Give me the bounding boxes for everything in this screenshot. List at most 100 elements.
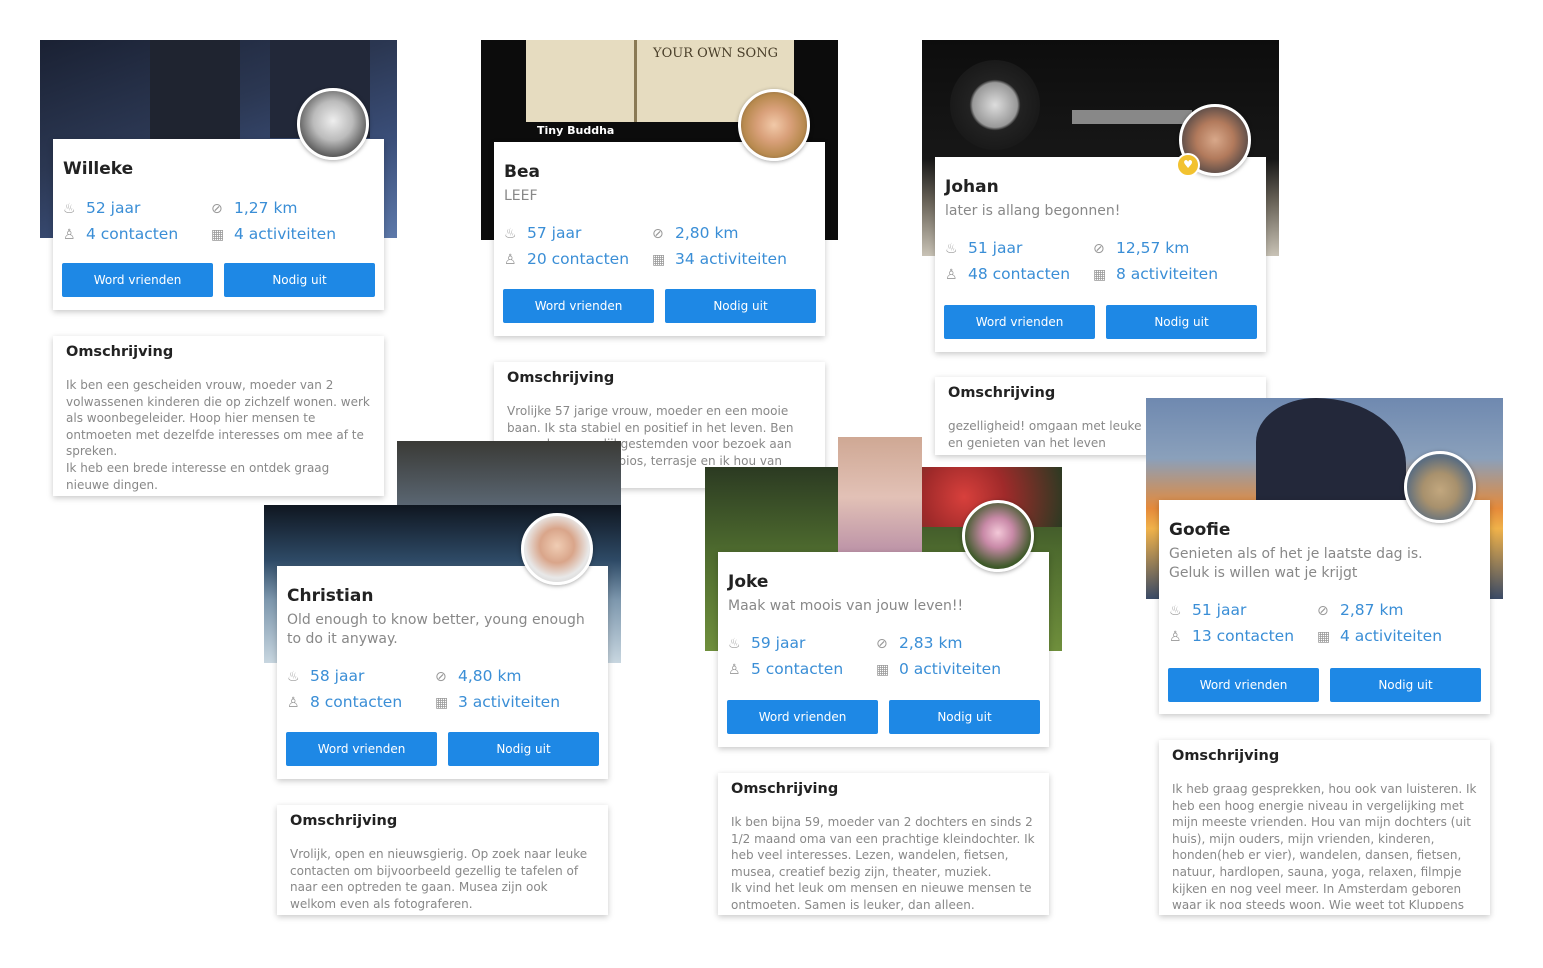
description-card-willeke: Omschrijving Ik ben een gescheiden vrouw… xyxy=(53,336,384,496)
avatar-joke[interactable] xyxy=(962,500,1034,572)
calendar-star-icon: ▦ xyxy=(435,695,449,711)
people-icon: ♙ xyxy=(287,695,300,711)
age-stat: ♨ 57 jaar xyxy=(504,224,582,242)
description-text: Vrolijk, open en nieuwsgierig. Op zoek n… xyxy=(290,847,588,911)
cover-photo-christian-top xyxy=(397,441,621,505)
profile-card-goofie: Goofie Genieten als of het je laatste da… xyxy=(1159,500,1490,714)
activities-stat[interactable]: ▦ 8 activiteiten xyxy=(1093,265,1218,283)
heart-badge-icon: ♥ xyxy=(1176,153,1200,177)
distance-stat: ⊘ 2,83 km xyxy=(876,634,963,652)
age-stat: ♨ 51 jaar xyxy=(945,239,1023,257)
profile-name[interactable]: Johan xyxy=(945,177,999,197)
people-icon: ♙ xyxy=(1169,629,1182,645)
description-text: Ik ben een gescheiden vrouw, moeder van … xyxy=(66,378,370,492)
distance-stat: ⊘ 12,57 km xyxy=(1093,239,1190,257)
contacts-stat[interactable]: ♙ 4 contacten xyxy=(63,225,178,243)
birthday-cake-icon: ♨ xyxy=(945,241,958,257)
avatar-goofie[interactable] xyxy=(1404,451,1476,523)
description-heading: Omschrijving xyxy=(1172,748,1280,764)
description-card-christian: Omschrijving Vrolijk, open en nieuwsgier… xyxy=(277,805,608,915)
description-heading: Omschrijving xyxy=(731,781,839,797)
activities-stat[interactable]: ▦ 3 activiteiten xyxy=(435,693,560,711)
activities-stat[interactable]: ▦ 4 activiteiten xyxy=(211,225,336,243)
calendar-star-icon: ▦ xyxy=(211,227,225,243)
calendar-star-icon: ▦ xyxy=(876,662,890,678)
birthday-cake-icon: ♨ xyxy=(63,201,76,217)
befriend-button[interactable]: Word vrienden xyxy=(503,289,654,323)
profile-name[interactable]: Joke xyxy=(728,572,768,592)
cover-credit: Tiny Buddha xyxy=(537,124,615,137)
compass-icon: ⊘ xyxy=(1093,241,1105,257)
invite-button[interactable]: Nodig uit xyxy=(448,732,599,766)
age-stat: ♨ 59 jaar xyxy=(728,634,806,652)
birthday-cake-icon: ♨ xyxy=(287,669,300,685)
compass-icon: ⊘ xyxy=(876,636,888,652)
compass-icon: ⊘ xyxy=(1317,603,1329,619)
contacts-stat[interactable]: ♙ 48 contacten xyxy=(945,265,1070,283)
befriend-button[interactable]: Word vrienden xyxy=(1168,668,1319,702)
compass-icon: ⊘ xyxy=(652,226,664,242)
invite-button[interactable]: Nodig uit xyxy=(224,263,375,297)
profile-name[interactable]: Goofie xyxy=(1169,520,1230,540)
calendar-star-icon: ▦ xyxy=(652,252,666,268)
befriend-button[interactable]: Word vrienden xyxy=(727,700,878,734)
invite-button[interactable]: Nodig uit xyxy=(1106,305,1257,339)
befriend-button[interactable]: Word vrienden xyxy=(944,305,1095,339)
age-stat: ♨ 52 jaar xyxy=(63,199,141,217)
distance-stat: ⊘ 4,80 km xyxy=(435,667,522,685)
distance-stat: ⊘ 2,80 km xyxy=(652,224,739,242)
cover-photo-joke-top xyxy=(838,437,922,557)
befriend-button[interactable]: Word vrienden xyxy=(62,263,213,297)
avatar-willeke[interactable] xyxy=(297,88,369,160)
calendar-star-icon: ▦ xyxy=(1317,629,1331,645)
description-text: Ik ben bijna 59, moeder van 2 dochters e… xyxy=(731,815,1035,912)
age-stat: ♨ 51 jaar xyxy=(1169,601,1247,619)
profile-name[interactable]: Christian xyxy=(287,586,373,606)
description-card-joke: Omschrijving Ik ben bijna 59, moeder van… xyxy=(718,773,1049,915)
profile-motto: Genieten als of het je laatste dag is. G… xyxy=(1169,546,1423,581)
invite-button[interactable]: Nodig uit xyxy=(889,700,1040,734)
avatar-christian[interactable] xyxy=(521,513,593,585)
profile-card-joke: Joke Maak wat moois van jouw leven!! ♨ 59… xyxy=(718,552,1049,747)
people-icon: ♙ xyxy=(63,227,76,243)
profile-name[interactable]: Willeke xyxy=(63,159,133,179)
distance-stat: ⊘ 2,87 km xyxy=(1317,601,1404,619)
description-heading: Omschrijving xyxy=(290,813,398,829)
activities-stat[interactable]: ▦ 0 activiteiten xyxy=(876,660,1001,678)
description-heading: Omschrijving xyxy=(507,370,615,386)
birthday-cake-icon: ♨ xyxy=(504,226,517,242)
description-card-goofie: Omschrijving Ik heb graag gesprekken, ho… xyxy=(1159,740,1490,915)
age-stat: ♨ 58 jaar xyxy=(287,667,365,685)
befriend-button[interactable]: Word vrienden xyxy=(286,732,437,766)
activities-stat[interactable]: ▦ 34 activiteiten xyxy=(652,250,787,268)
profile-card-bea: Bea LEEF ♨ 57 jaar ⊘ 2,80 km ♙ 20 contacten… xyxy=(494,142,825,336)
birthday-cake-icon: ♨ xyxy=(1169,603,1182,619)
invite-button[interactable]: Nodig uit xyxy=(665,289,816,323)
contacts-stat[interactable]: ♙ 20 contacten xyxy=(504,250,629,268)
contacts-stat[interactable]: ♙ 5 contacten xyxy=(728,660,843,678)
cover-caption: YOUR OWN SONG xyxy=(653,46,778,61)
description-heading: Omschrijving xyxy=(66,344,174,360)
contacts-stat[interactable]: ♙ 13 contacten xyxy=(1169,627,1294,645)
profile-motto: Old enough to know better, young enough … xyxy=(287,612,585,647)
activities-stat[interactable]: ▦ 4 activiteiten xyxy=(1317,627,1442,645)
people-icon: ♙ xyxy=(504,252,517,268)
description-text: Ik heb graag gesprekken, hou ook van lui… xyxy=(1172,782,1477,909)
compass-icon: ⊘ xyxy=(211,201,223,217)
people-icon: ♙ xyxy=(945,267,958,283)
profile-motto: later is allang begonnen! xyxy=(945,203,1121,219)
distance-stat: ⊘ 1,27 km xyxy=(211,199,298,217)
profile-name[interactable]: Bea xyxy=(504,162,540,182)
invite-button[interactable]: Nodig uit xyxy=(1330,668,1481,702)
profile-motto: LEEF xyxy=(504,188,538,204)
description-heading: Omschrijving xyxy=(948,385,1056,401)
profile-card-christian: Christian Old enough to know better, you… xyxy=(277,566,608,779)
avatar-bea[interactable] xyxy=(738,89,810,161)
calendar-star-icon: ▦ xyxy=(1093,267,1107,283)
profile-motto: Maak wat moois van jouw leven!! xyxy=(728,598,964,614)
people-icon: ♙ xyxy=(728,662,741,678)
birthday-cake-icon: ♨ xyxy=(728,636,741,652)
compass-icon: ⊘ xyxy=(435,669,447,685)
profile-card-willeke: Willeke ♨ 52 jaar ⊘ 1,27 km ♙ 4 contacten ▦… xyxy=(53,139,384,310)
contacts-stat[interactable]: ♙ 8 contacten xyxy=(287,693,402,711)
